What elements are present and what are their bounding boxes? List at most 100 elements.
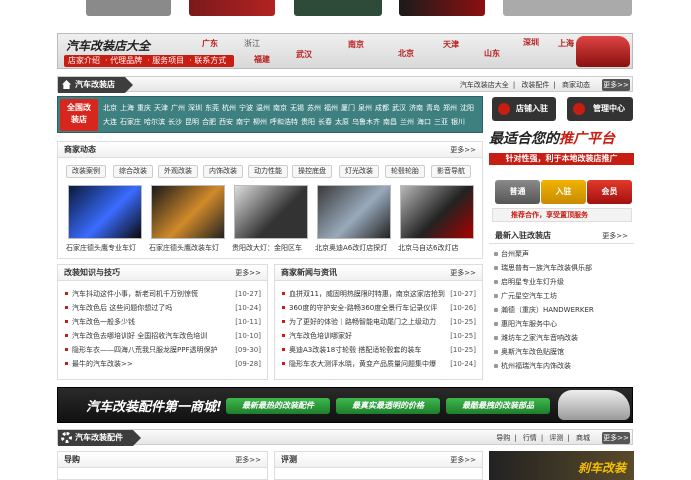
promo-cooperation-bar[interactable]: 推荐合作，享受置顶服务 [492, 208, 632, 222]
city-guangdong[interactable]: 广东 [202, 38, 218, 49]
list-item[interactable]: 汽车改色后 这些问题你想过了吗 [10-24] [64, 301, 261, 315]
list-item-text[interactable]: 汽车改色培训哪家好 [289, 332, 352, 340]
tips-more[interactable]: 更多>> [235, 265, 261, 281]
category-tag[interactable]: 动力性能 [248, 165, 288, 178]
category-tag[interactable]: 轮毂轮胎 [385, 165, 425, 178]
list-item[interactable]: 为了更好的体验｜路畅智能电动尾门之上级动力 [10-25] [281, 315, 476, 329]
city-link[interactable]: 泉州 [358, 104, 372, 112]
link-mall[interactable]: 商城 [576, 434, 590, 442]
parts-section-tab[interactable]: 汽车改装配件 [58, 430, 141, 446]
city-link[interactable]: 重庆 [137, 104, 151, 112]
list-item-text[interactable]: 汽车改色一般多少钱 [72, 318, 135, 326]
nav-contact[interactable]: 联系方式 [194, 56, 226, 65]
city-link[interactable]: 石家庄 [120, 118, 141, 126]
top-car-image-2[interactable] [189, 0, 275, 16]
city-shandong[interactable]: 山东 [484, 48, 500, 59]
latest-store-item[interactable]: 瑞思普有一族汽车改装俱乐部 [493, 261, 630, 275]
city-link[interactable]: 太原 [335, 118, 349, 126]
stores-section-tab[interactable]: 汽车改装店 [58, 77, 133, 93]
city-link[interactable]: 柳州 [253, 118, 267, 126]
list-item[interactable]: 隐形车衣大测评水晓，黄变产品质量问题集中爆 [10-24] [281, 357, 476, 371]
list-item-text[interactable]: 360度的守护安全-路畅360度全景行车记录仪评 [289, 304, 437, 312]
level-basic-button[interactable]: 普通 [495, 180, 540, 204]
city-link[interactable]: 合肥 [202, 118, 216, 126]
thumbnail-caption[interactable]: 北京马自达6改灯店 [398, 243, 476, 253]
city-link[interactable]: 哈尔滨 [144, 118, 165, 126]
merchant-news-more[interactable]: 更多>> [450, 142, 476, 158]
city-link[interactable]: 成都 [375, 104, 389, 112]
latest-store-item[interactable]: 启明星专业车灯升级 [493, 275, 630, 289]
city-link[interactable]: 天津 [154, 104, 168, 112]
city-link[interactable]: 苏州 [307, 104, 321, 112]
top-car-image-3[interactable] [294, 0, 382, 16]
city-link[interactable]: 上海 [120, 104, 134, 112]
thumbnail-image[interactable] [151, 185, 225, 239]
city-link[interactable]: 西安 [219, 118, 233, 126]
admin-center-button[interactable]: 管理中心 [567, 97, 633, 121]
thumbnail-caption[interactable]: 石家庄德头鹰改装车灯 [149, 243, 227, 253]
city-link[interactable]: 沈阳 [460, 104, 474, 112]
latest-store-item[interactable]: 瀚德（重庆）HANDWERKER [493, 303, 630, 317]
list-item-text[interactable]: 奥迪A3改装18寸轮毂 搭配适轮毂套的装车 [289, 346, 421, 354]
category-tag[interactable]: 内饰改装 [203, 165, 243, 178]
category-tag[interactable]: 综合改装 [113, 165, 153, 178]
list-item[interactable]: 隐形车衣——四海八荒我只服龙膜PPF透明保护 [09-30] [64, 343, 261, 357]
city-link[interactable]: 南昌 [383, 118, 397, 126]
latest-store-item[interactable]: 奥斯汽车改色贴膜馆 [493, 345, 630, 359]
city-link[interactable]: 深圳 [188, 104, 202, 112]
brake-ad[interactable]: 刹车改装 [489, 451, 634, 480]
list-item-text[interactable]: 汽车抖动这件小事，新老司机千万别惊慌 [72, 290, 198, 298]
list-item[interactable]: 最牛的汽车改装>> [09-28] [64, 357, 261, 371]
city-link[interactable]: 宁波 [239, 104, 253, 112]
list-item-text[interactable]: 汽车改色去哪培训好 全国招收汽车改色培训 [72, 332, 207, 340]
link-review[interactable]: 评测 [549, 434, 563, 442]
review-more[interactable]: 更多>> [450, 452, 476, 468]
city-link[interactable]: 长春 [318, 118, 332, 126]
latest-store-item[interactable]: 惠阳汽车服务中心 [493, 317, 630, 331]
category-tag[interactable]: 灯光改装 [339, 165, 379, 178]
guide-more[interactable]: 更多>> [235, 452, 261, 468]
list-item[interactable]: 汽车改色培训哪家好 [10-25] [281, 329, 476, 343]
city-link[interactable]: 北京 [103, 104, 117, 112]
city-link[interactable]: 兰州 [400, 118, 414, 126]
thumbnail-caption[interactable]: 贵阳改大灯：金阳区车 [232, 243, 310, 253]
city-wuhan[interactable]: 武汉 [296, 49, 312, 60]
city-link[interactable]: 三亚 [434, 118, 448, 126]
list-item[interactable]: 奥迪A3改装18寸轮毂 搭配适轮毂套的装车 [10-25] [281, 343, 476, 357]
thumbnail-image[interactable] [234, 185, 308, 239]
city-link[interactable]: 南京 [273, 104, 287, 112]
link-market[interactable]: 行情 [523, 434, 537, 442]
parts-more-button[interactable]: 更多>> [602, 432, 630, 444]
city-shanghai[interactable]: 上海 [558, 38, 574, 49]
city-link[interactable]: 温州 [256, 104, 270, 112]
city-shenzhen[interactable]: 深圳 [523, 37, 539, 48]
city-zhejiang[interactable]: 浙江 [244, 38, 260, 49]
category-tag[interactable]: 外观改装 [158, 165, 198, 178]
thumbnail-image[interactable] [317, 185, 391, 239]
city-link[interactable]: 银川 [451, 118, 465, 126]
list-item[interactable]: 汽车改色一般多少钱 [10-11] [64, 315, 261, 329]
city-link[interactable]: 呼和浩特 [270, 118, 298, 126]
city-tianjin[interactable]: 天津 [443, 39, 459, 50]
level-join-button[interactable]: 入驻 [541, 180, 586, 204]
city-link[interactable]: 杭州 [222, 104, 236, 112]
city-link[interactable]: 福州 [324, 104, 338, 112]
list-item[interactable]: 360度的守护安全-路畅360度全景行车记录仪评 [10-26] [281, 301, 476, 315]
list-item-text[interactable]: 汽车改色后 这些问题你想过了吗 [72, 304, 172, 312]
city-link[interactable]: 昆明 [185, 118, 199, 126]
city-link[interactable]: 无锡 [290, 104, 304, 112]
link-store-directory[interactable]: 汽车改装店大全 [460, 81, 509, 89]
stores-more-button[interactable]: 更多>> [602, 79, 630, 91]
parts-mall-banner[interactable]: 汽车改装配件第一商城! 最新最热的改装配件 最真实最透明的价格 最酷最拽的改装部… [57, 387, 633, 423]
link-guide[interactable]: 导购 [496, 434, 510, 442]
city-link[interactable]: 贵阳 [301, 118, 315, 126]
top-car-image-5[interactable] [503, 0, 632, 16]
city-link[interactable]: 乌鲁木齐 [352, 118, 380, 126]
city-link[interactable]: 南宁 [236, 118, 250, 126]
link-parts[interactable]: 改装配件 [521, 81, 549, 89]
category-tag[interactable]: 改装案例 [66, 165, 106, 178]
top-car-image-4[interactable] [399, 0, 485, 16]
nav-store-intro[interactable]: 店家介绍 [68, 56, 100, 65]
link-merchant-news[interactable]: 商家动态 [562, 81, 590, 89]
nationwide-stores-button[interactable]: 全国改 装店 [60, 99, 98, 131]
